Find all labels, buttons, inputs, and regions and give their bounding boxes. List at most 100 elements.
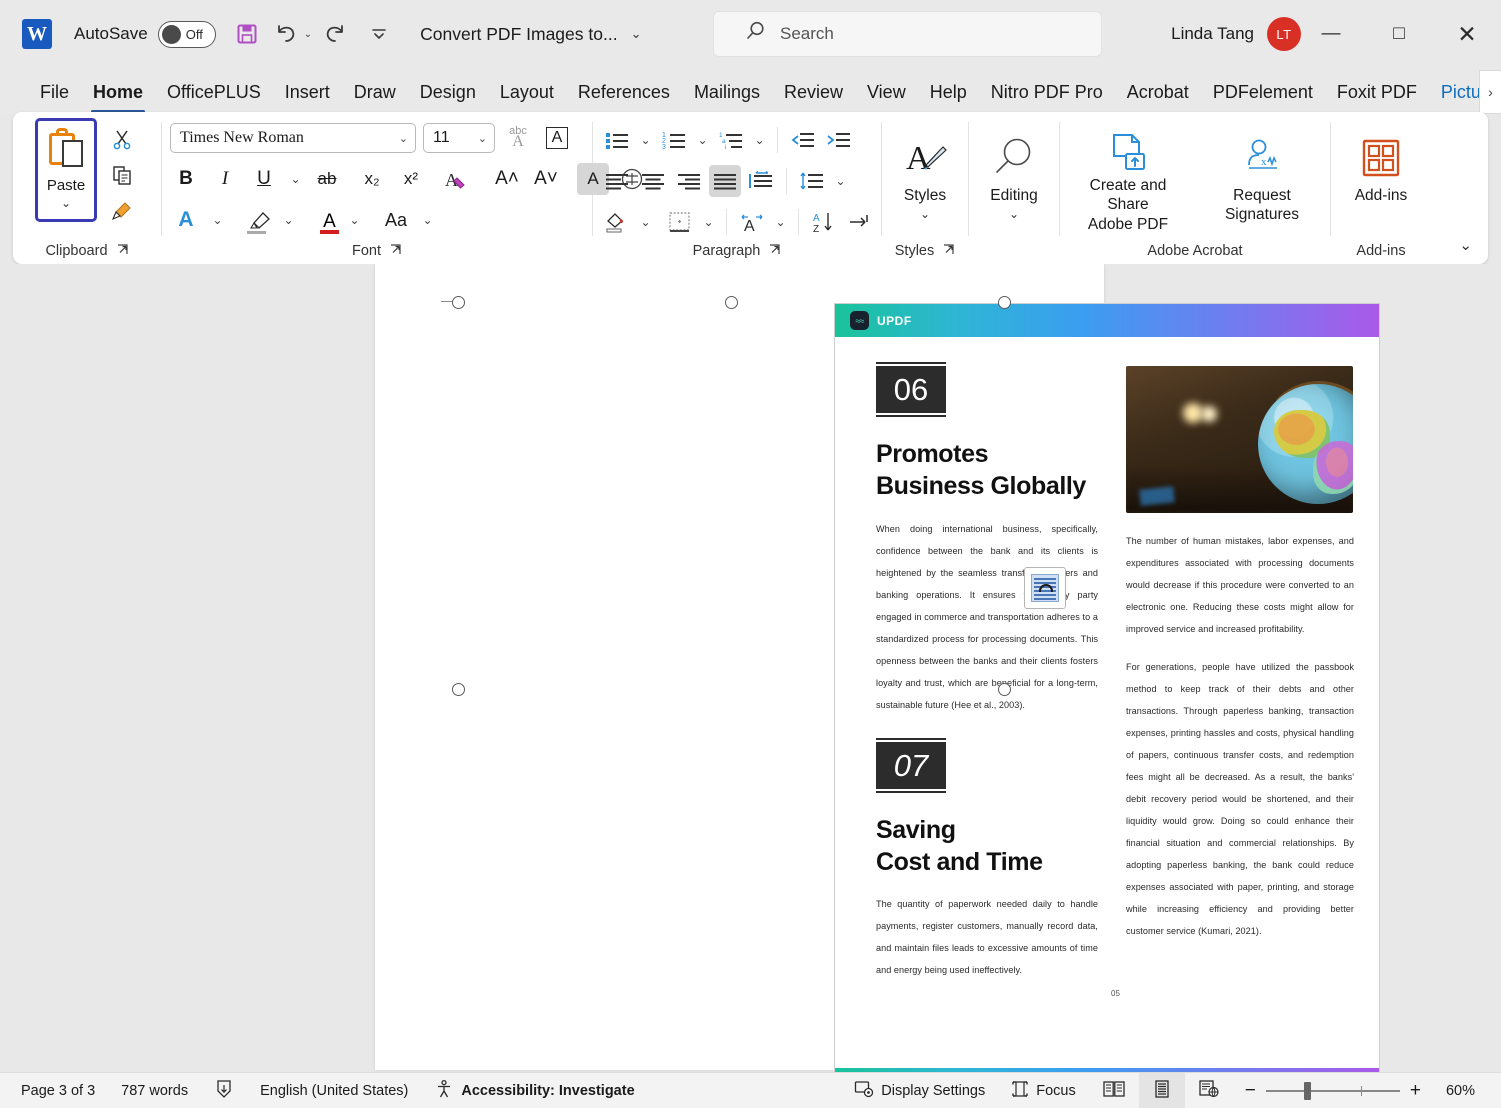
bullets-button[interactable] bbox=[601, 124, 633, 156]
language-indicator[interactable]: English (United States) bbox=[247, 1073, 421, 1108]
clipboard-dialog-launcher-icon[interactable] bbox=[116, 243, 129, 259]
embedded-pdf-image[interactable]: ≈≈ UPDF 06 Promotes Business Globally Wh… bbox=[834, 303, 1380, 1072]
editing-button[interactable]: Editing ⌄ bbox=[977, 118, 1051, 230]
close-button[interactable]: ✕ bbox=[1433, 0, 1501, 68]
collapse-ribbon-chevron-icon[interactable]: ⌄ bbox=[1459, 236, 1472, 254]
word-count[interactable]: 787 words bbox=[108, 1073, 201, 1108]
tab-home[interactable]: Home bbox=[81, 74, 155, 114]
redo-icon[interactable] bbox=[320, 19, 350, 49]
align-left-button[interactable] bbox=[601, 165, 633, 197]
layout-options-button[interactable] bbox=[1024, 567, 1066, 609]
tab-view[interactable]: View bbox=[855, 74, 918, 114]
tab-references[interactable]: References bbox=[566, 74, 682, 114]
tab-review[interactable]: Review bbox=[772, 74, 855, 114]
decrease-indent-button[interactable] bbox=[787, 124, 819, 156]
request-signatures-button[interactable]: x Request Signatures bbox=[1202, 118, 1322, 230]
tab-draw[interactable]: Draw bbox=[342, 74, 408, 114]
change-case-button[interactable]: Aa bbox=[380, 204, 412, 236]
document-title[interactable]: Convert PDF Images to... bbox=[420, 24, 617, 45]
zoom-slider-track[interactable] bbox=[1266, 1090, 1400, 1092]
web-layout-button[interactable] bbox=[1185, 1073, 1233, 1108]
print-layout-button[interactable] bbox=[1139, 1073, 1185, 1108]
maximize-button[interactable]: □ bbox=[1365, 0, 1433, 68]
focus-button[interactable]: Focus bbox=[998, 1073, 1089, 1108]
change-case-chevron-down-icon[interactable]: ⌄ bbox=[419, 204, 436, 236]
highlight-chevron-down-icon[interactable]: ⌄ bbox=[280, 204, 297, 236]
tab-layout[interactable]: Layout bbox=[488, 74, 566, 114]
zoom-slider[interactable]: − + bbox=[1233, 1080, 1433, 1102]
accessibility-status[interactable]: Accessibility: Investigate bbox=[421, 1073, 647, 1108]
minimize-button[interactable]: — bbox=[1297, 0, 1365, 68]
clear-formatting-button[interactable]: A bbox=[440, 163, 472, 195]
tab-file[interactable]: File bbox=[28, 74, 81, 114]
create-and-share-adobe-pdf-button[interactable]: Create and Share Adobe PDF bbox=[1068, 118, 1188, 230]
undo-icon[interactable] bbox=[272, 19, 302, 49]
document-page[interactable]: ≈≈ UPDF 06 Promotes Business Globally Wh… bbox=[375, 264, 1104, 1070]
save-icon[interactable] bbox=[232, 19, 262, 49]
superscript-button[interactable]: x² bbox=[395, 163, 427, 195]
italic-button[interactable]: I bbox=[209, 163, 241, 195]
zoom-out-button[interactable]: − bbox=[1245, 1080, 1256, 1102]
paragraph-dialog-launcher-icon[interactable] bbox=[768, 243, 781, 259]
proofing-status[interactable] bbox=[201, 1073, 247, 1108]
text-highlight-button[interactable] bbox=[241, 207, 273, 234]
numbering-button[interactable]: 1 2 3 bbox=[658, 124, 690, 156]
character-border-button[interactable]: A bbox=[541, 122, 573, 154]
asian-layout-chevron-down-icon[interactable]: ⌄ bbox=[772, 206, 789, 238]
numbering-chevron-down-icon[interactable]: ⌄ bbox=[694, 124, 711, 156]
show-formatting-marks-button[interactable] bbox=[844, 206, 876, 238]
distributed-button[interactable] bbox=[745, 165, 777, 197]
align-right-button[interactable] bbox=[673, 165, 705, 197]
asian-layout-button[interactable]: A bbox=[736, 206, 768, 238]
document-title-chevron-icon[interactable]: ⌄ bbox=[631, 26, 642, 42]
cut-icon[interactable] bbox=[105, 124, 139, 154]
tab-nitro-pdf-pro[interactable]: Nitro PDF Pro bbox=[979, 74, 1115, 114]
line-spacing-button[interactable] bbox=[796, 165, 828, 197]
font-name-chevron-down-icon[interactable]: ⌄ bbox=[399, 132, 408, 145]
page-indicator[interactable]: Page 3 of 3 bbox=[8, 1073, 108, 1108]
document-canvas[interactable]: ≈≈ UPDF 06 Promotes Business Globally Wh… bbox=[0, 264, 1501, 1072]
tab-overflow-button[interactable]: › bbox=[1479, 70, 1501, 114]
search-input[interactable]: Search bbox=[713, 11, 1102, 57]
font-color-button[interactable]: A bbox=[314, 207, 339, 234]
line-spacing-chevron-down-icon[interactable]: ⌄ bbox=[832, 165, 849, 197]
copy-icon[interactable] bbox=[105, 160, 139, 190]
tab-officeplus[interactable]: OfficePLUS bbox=[155, 74, 273, 114]
paste-button[interactable]: Paste ⌄ bbox=[35, 118, 97, 222]
tab-acrobat[interactable]: Acrobat bbox=[1115, 74, 1201, 114]
customize-quick-access-icon[interactable] bbox=[364, 19, 394, 49]
underline-button[interactable]: U bbox=[248, 163, 280, 195]
tab-foxit-pdf[interactable]: Foxit PDF bbox=[1325, 74, 1429, 114]
zoom-slider-handle[interactable] bbox=[1304, 1082, 1311, 1100]
font-size-chevron-down-icon[interactable]: ⌄ bbox=[478, 132, 487, 145]
format-painter-icon[interactable] bbox=[105, 196, 139, 226]
shading-button[interactable] bbox=[601, 206, 633, 238]
zoom-level-button[interactable]: 60% bbox=[1433, 1073, 1501, 1108]
text-effects-chevron-down-icon[interactable]: ⌄ bbox=[209, 204, 226, 236]
addins-button[interactable]: Add-ins bbox=[1339, 118, 1423, 230]
font-size-combobox[interactable]: 11 ⌄ bbox=[423, 123, 495, 153]
font-dialog-launcher-icon[interactable] bbox=[389, 243, 402, 259]
strikethrough-button[interactable]: ab bbox=[311, 163, 343, 195]
subscript-button[interactable]: x₂ bbox=[356, 163, 388, 195]
tab-help[interactable]: Help bbox=[918, 74, 979, 114]
increase-indent-button[interactable] bbox=[823, 124, 855, 156]
tab-insert[interactable]: Insert bbox=[273, 74, 342, 114]
multilevel-list-button[interactable]: 1 a i bbox=[715, 124, 747, 156]
styles-button[interactable]: A Styles ⌄ bbox=[890, 118, 960, 230]
autosave-toggle[interactable]: Off bbox=[158, 21, 216, 48]
avatar[interactable]: LT bbox=[1267, 17, 1301, 51]
display-settings-button[interactable]: Display Settings bbox=[841, 1073, 998, 1108]
account-area[interactable]: Linda Tang LT bbox=[1171, 0, 1301, 68]
bold-button[interactable]: B bbox=[170, 163, 202, 195]
undo-dropdown-chevron[interactable]: ⌄ bbox=[304, 29, 312, 40]
font-name-combobox[interactable]: Times New Roman ⌄ bbox=[170, 123, 416, 153]
font-color-chevron-down-icon[interactable]: ⌄ bbox=[346, 204, 363, 236]
shading-chevron-down-icon[interactable]: ⌄ bbox=[637, 206, 654, 238]
tab-pdfelement[interactable]: PDFelement bbox=[1201, 74, 1325, 114]
styles-dialog-launcher-icon[interactable] bbox=[942, 243, 955, 259]
tab-design[interactable]: Design bbox=[408, 74, 488, 114]
styles-chevron-down-icon[interactable]: ⌄ bbox=[920, 207, 930, 221]
tab-mailings[interactable]: Mailings bbox=[682, 74, 772, 114]
grow-font-button[interactable]: A˄ bbox=[491, 163, 523, 195]
